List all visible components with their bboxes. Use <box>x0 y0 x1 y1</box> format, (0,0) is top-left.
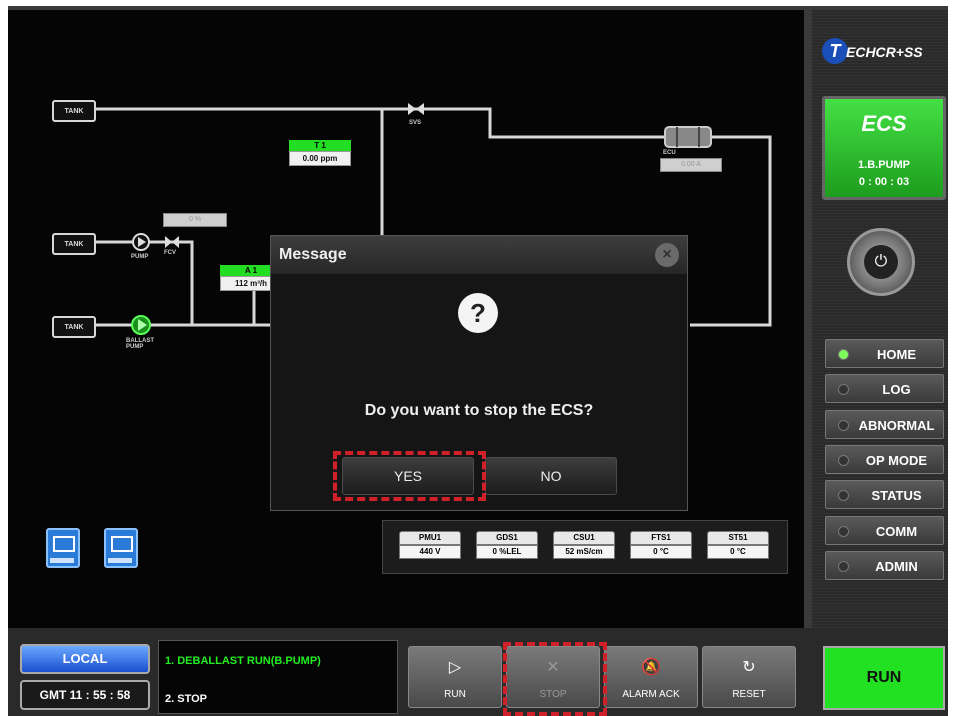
sensor-st51-name: ST51 <box>707 531 769 545</box>
pump-label: PUMP <box>131 254 149 260</box>
dialog-title-bar: Message × <box>271 236 687 274</box>
ecs-mode: 1.B.PUMP <box>858 159 910 171</box>
yes-highlight <box>333 451 486 501</box>
tank-1[interactable]: TANK <box>52 100 96 122</box>
led-icon <box>838 490 849 501</box>
nav-op-mode[interactable]: OP MODE <box>825 445 944 474</box>
question-icon: ? <box>458 293 498 333</box>
ecs-status-panel[interactable]: ECS 1.B.PUMP 0 : 00 : 03 <box>822 96 946 200</box>
close-icon[interactable]: × <box>655 243 679 267</box>
reset-icon: ↻ <box>742 659 756 676</box>
sensor-t1-name: T 1 <box>289 140 351 151</box>
power-button[interactable]: ⏻ <box>847 228 915 296</box>
no-button[interactable]: NO <box>485 457 617 495</box>
ecu-icon <box>664 126 712 148</box>
led-icon <box>838 420 849 431</box>
sensor-gds1[interactable]: GDS1 0 %LEL <box>476 531 538 561</box>
power-icon: ⏻ <box>864 245 898 279</box>
tsu-monitor-icon[interactable] <box>46 528 80 568</box>
nav-op-mode-label: OP MODE <box>865 453 928 468</box>
local-button[interactable]: LOCAL <box>20 644 150 674</box>
reset-label: RESET <box>732 689 766 700</box>
ecs-timer: 0 : 00 : 03 <box>858 176 910 188</box>
logo-mark: T <box>822 38 848 64</box>
sensor-pmu1-value: 440 V <box>399 545 461 559</box>
sensor-t1[interactable]: T 1 0.00 ppm <box>289 140 351 170</box>
status-line-2: 2. STOP <box>165 693 207 705</box>
play-icon: ▷ <box>448 659 462 676</box>
led-icon <box>838 526 849 537</box>
stop-highlight <box>503 642 607 716</box>
status-log: 1. DEBALLAST RUN(B.PUMP) 2. STOP <box>158 640 398 714</box>
ballast-pump-label: BALLAST PUMP <box>126 338 154 350</box>
nav-admin-label: ADMIN <box>875 559 918 574</box>
run-control-label: RUN <box>444 689 466 700</box>
sensor-fts1[interactable]: FTS1 0 °C <box>630 531 692 561</box>
dialog-title: Message <box>279 246 347 263</box>
svs-label: SVS <box>409 120 422 126</box>
run-status-indicator: RUN <box>823 646 945 710</box>
ecu-value-box: 0.00 A <box>660 158 722 172</box>
led-icon <box>838 455 849 466</box>
fcv-valve-icon <box>165 236 179 248</box>
tank-2[interactable]: TANK <box>52 233 96 255</box>
sensor-t1-value: 0.00 ppm <box>289 151 351 166</box>
sensor-csu1-name: CSU1 <box>553 531 615 545</box>
nav-status-label: STATUS <box>871 488 922 503</box>
pump-icon <box>132 233 150 251</box>
sensor-csu1[interactable]: CSU1 52 mS/cm <box>553 531 615 561</box>
sensor-strip: PMU1 440 V GDS1 0 %LEL CSU1 52 mS/cm FTS… <box>382 520 788 574</box>
sensor-fts1-name: FTS1 <box>630 531 692 545</box>
alarm-ack-button[interactable]: 🔕 ALARM ACK <box>604 646 698 708</box>
led-icon <box>838 561 849 572</box>
fcv-label: FCV <box>164 250 176 256</box>
gmt-clock: GMT 11 : 55 : 58 <box>20 680 150 710</box>
nav-home[interactable]: HOME <box>825 339 944 368</box>
sensor-pmu1[interactable]: PMU1 440 V <box>399 531 461 561</box>
sensor-pmu1-name: PMU1 <box>399 531 461 545</box>
sensor-fts1-value: 0 °C <box>630 545 692 559</box>
anu-monitor-icon[interactable] <box>104 528 138 568</box>
sensor-st51-value: 0 °C <box>707 545 769 559</box>
nav-admin[interactable]: ADMIN <box>825 551 944 580</box>
alarm-mute-icon: 🔕 <box>641 659 661 676</box>
status-line-1: 1. DEBALLAST RUN(B.PUMP) <box>165 655 321 667</box>
ecs-logo: ECS <box>861 111 907 136</box>
run-control-button[interactable]: ▷ RUN <box>408 646 502 708</box>
led-icon <box>838 349 849 360</box>
nav-abnormal-label: ABNORMAL <box>858 418 935 433</box>
techcross-logo: T ECHCR+SS <box>822 38 946 68</box>
nav-log-label: LOG <box>882 382 911 397</box>
dialog-message: Do you want to stop the ECS? <box>364 402 594 419</box>
nav-comm-label: COMM <box>875 524 918 539</box>
svs-valve-icon <box>408 103 424 115</box>
sensor-st51[interactable]: ST51 0 °C <box>707 531 769 561</box>
sensor-gds1-name: GDS1 <box>476 531 538 545</box>
nav-status[interactable]: STATUS <box>825 480 944 509</box>
sensor-csu1-value: 52 mS/cm <box>553 545 615 559</box>
nav-abnormal[interactable]: ABNORMAL <box>825 410 944 439</box>
logo-text: ECHCR+SS <box>846 44 923 60</box>
nav-comm[interactable]: COMM <box>825 516 944 545</box>
alarm-ack-label: ALARM ACK <box>622 689 680 700</box>
ecu-label: ECU <box>663 150 676 156</box>
nav-log[interactable]: LOG <box>825 374 944 403</box>
nav-home-label: HOME <box>877 347 916 362</box>
reset-button[interactable]: ↻ RESET <box>702 646 796 708</box>
sensor-gds1-value: 0 %LEL <box>476 545 538 559</box>
ballast-pump-icon <box>131 315 151 335</box>
fcv-value-box: 0 % <box>163 213 227 227</box>
tank-3[interactable]: TANK <box>52 316 96 338</box>
led-icon <box>838 384 849 395</box>
